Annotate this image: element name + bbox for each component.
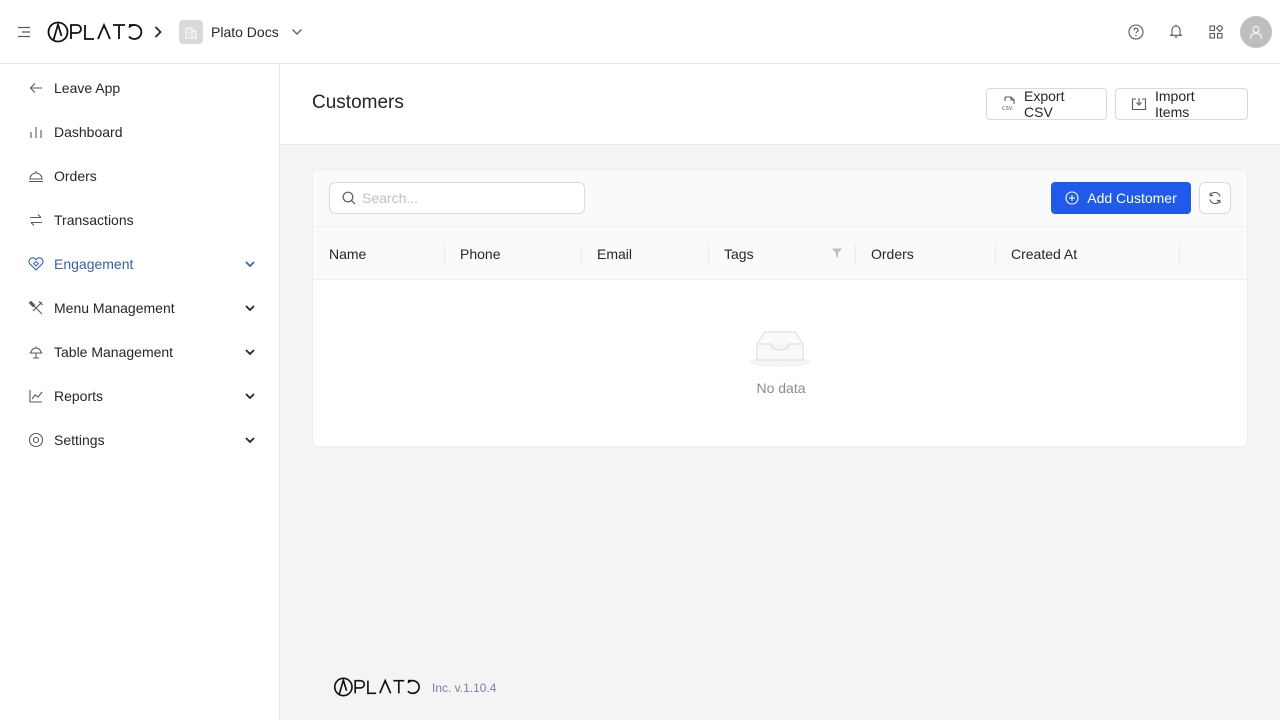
column-divider	[1179, 244, 1180, 264]
line-chart-icon	[28, 388, 44, 404]
import-items-label: Import Items	[1155, 88, 1195, 120]
sidebar-item-dashboard[interactable]: Dashboard	[16, 112, 264, 152]
empty-inbox-icon	[747, 326, 813, 370]
chevron-down-icon	[244, 388, 256, 404]
empty-state: No data	[313, 280, 1247, 446]
building-icon	[179, 20, 203, 44]
export-csv-button[interactable]: CSV Export CSV	[986, 88, 1107, 120]
main-content: Customers CSV Export CSV Import Items Se…	[280, 64, 1280, 720]
bell-icon[interactable]	[1166, 21, 1186, 41]
csv-file-icon: CSV	[1002, 96, 1016, 112]
chevron-down-icon	[291, 28, 303, 36]
plato-logo-footer	[330, 677, 424, 697]
customers-table-card: Add Customer Name Phone Email Tags Order…	[312, 169, 1248, 447]
column-header-tags[interactable]: Tags	[708, 227, 820, 281]
cloche-icon	[28, 168, 44, 184]
table-bell-icon	[28, 344, 44, 360]
add-customer-label: Add Customer	[1087, 190, 1177, 206]
column-header-phone[interactable]: Phone	[444, 227, 581, 281]
refresh-button[interactable]	[1199, 182, 1231, 214]
sidebar: Leave App Dashboard Orders Transactions …	[0, 64, 280, 720]
column-header-orders[interactable]: Orders	[855, 227, 995, 281]
import-items-button[interactable]: Import Items	[1115, 88, 1248, 120]
menu-fold-icon[interactable]	[16, 24, 32, 40]
sidebar-item-label: Menu Management	[54, 300, 175, 316]
table-toolbar: Add Customer	[313, 170, 1247, 226]
sidebar-item-engagement[interactable]: Engagement	[16, 244, 264, 284]
workspace-name: Plato Docs	[211, 24, 279, 40]
sidebar-item-label: Leave App	[54, 80, 121, 96]
user-avatar[interactable]	[1240, 16, 1272, 48]
export-csv-label: Export CSV	[1024, 88, 1065, 120]
table-header: Name Phone Email Tags Orders Created At	[313, 226, 1247, 281]
workspace-selector[interactable]: Plato Docs	[179, 20, 303, 44]
help-icon[interactable]	[1126, 22, 1146, 42]
top-header: Plato Docs	[0, 0, 1280, 64]
swap-icon	[28, 212, 44, 228]
sidebar-item-label: Engagement	[54, 256, 134, 272]
user-icon	[1249, 25, 1263, 39]
filter-icon[interactable]	[831, 246, 843, 260]
search-box[interactable]	[329, 182, 585, 214]
sidebar-item-label: Reports	[54, 388, 104, 404]
sidebar-item-label: Transactions	[54, 212, 134, 228]
page-title: Customers	[312, 92, 404, 113]
refresh-icon	[1208, 191, 1222, 205]
svg-text:CSV: CSV	[1002, 106, 1013, 112]
sidebar-item-menu-management[interactable]: Menu Management	[16, 288, 264, 328]
heart-diamond-icon	[28, 256, 44, 272]
sidebar-item-label: Orders	[54, 168, 97, 184]
gear-icon	[28, 432, 44, 448]
search-input[interactable]	[362, 190, 562, 206]
sidebar-item-reports[interactable]: Reports	[16, 376, 264, 416]
apps-grid-icon[interactable]	[1206, 22, 1226, 42]
chevron-down-icon	[244, 300, 256, 316]
utensils-icon	[28, 300, 44, 316]
plus-circle-icon	[1065, 191, 1079, 205]
arrow-left-icon	[28, 80, 44, 96]
column-header-created-at[interactable]: Created At	[995, 227, 1179, 281]
sidebar-item-orders[interactable]: Orders	[16, 156, 264, 196]
sidebar-item-transactions[interactable]: Transactions	[16, 200, 264, 240]
chevron-down-icon	[244, 344, 256, 360]
empty-state-text: No data	[756, 380, 806, 396]
plato-logo[interactable]	[47, 21, 143, 43]
column-header-email[interactable]: Email	[581, 227, 708, 281]
sidebar-item-settings[interactable]: Settings	[16, 420, 264, 460]
import-icon	[1131, 97, 1147, 111]
version-text: Inc. v.1.10.4	[432, 681, 497, 695]
breadcrumb-chevron-icon	[151, 23, 165, 41]
sidebar-item-leave-app[interactable]: Leave App	[16, 68, 264, 108]
column-header-name[interactable]: Name	[313, 227, 444, 281]
footer: Inc. v.1.10.4	[330, 675, 496, 699]
page-header: Customers CSV Export CSV Import Items	[280, 64, 1280, 145]
sidebar-item-table-management[interactable]: Table Management	[16, 332, 264, 372]
sidebar-item-label: Dashboard	[54, 124, 123, 140]
chevron-down-icon	[244, 256, 256, 272]
sidebar-item-label: Settings	[54, 432, 105, 448]
sidebar-item-label: Table Management	[54, 344, 174, 360]
chevron-down-icon	[244, 432, 256, 448]
bar-chart-icon	[28, 124, 44, 140]
search-icon	[342, 191, 356, 205]
add-customer-button[interactable]: Add Customer	[1051, 182, 1191, 214]
